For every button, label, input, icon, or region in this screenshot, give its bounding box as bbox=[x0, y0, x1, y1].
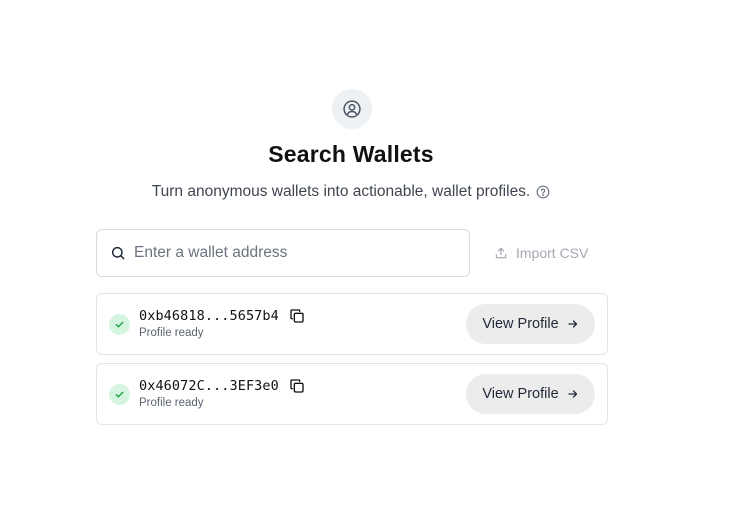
copy-icon[interactable] bbox=[288, 377, 306, 395]
wallet-status: Profile ready bbox=[139, 327, 204, 339]
check-icon bbox=[109, 384, 130, 405]
copy-icon[interactable] bbox=[288, 307, 306, 325]
upload-icon bbox=[494, 246, 508, 260]
view-profile-label: View Profile bbox=[482, 316, 559, 332]
view-profile-button[interactable]: View Profile bbox=[466, 304, 595, 344]
help-circle-icon[interactable] bbox=[536, 185, 550, 199]
wallet-status: Profile ready bbox=[139, 397, 204, 409]
page-title: Search Wallets bbox=[268, 141, 434, 167]
wallet-row: 0x46072C...3EF3e0 Profile ready View Pro… bbox=[96, 363, 608, 425]
arrow-right-icon bbox=[567, 318, 579, 330]
view-profile-button[interactable]: View Profile bbox=[466, 374, 595, 414]
wallet-address-input[interactable] bbox=[134, 244, 444, 262]
arrow-right-icon bbox=[567, 388, 579, 400]
user-circle-icon bbox=[332, 89, 372, 129]
wallet-address: 0xb46818...5657b4 bbox=[139, 308, 279, 324]
check-icon bbox=[109, 314, 130, 335]
view-profile-label: View Profile bbox=[482, 386, 559, 402]
search-field[interactable] bbox=[96, 229, 470, 277]
subtitle-text: Turn anonymous wallets into actionable, … bbox=[151, 183, 531, 200]
import-csv-button[interactable]: Import CSV bbox=[486, 237, 596, 269]
wallet-row: 0xb46818...5657b4 Profile ready View Pro… bbox=[96, 293, 608, 355]
search-icon bbox=[110, 245, 126, 261]
import-csv-label: Import CSV bbox=[516, 245, 589, 261]
wallet-address: 0x46072C...3EF3e0 bbox=[139, 378, 279, 394]
page-subtitle: Turn anonymous wallets into actionable, … bbox=[0, 183, 702, 201]
